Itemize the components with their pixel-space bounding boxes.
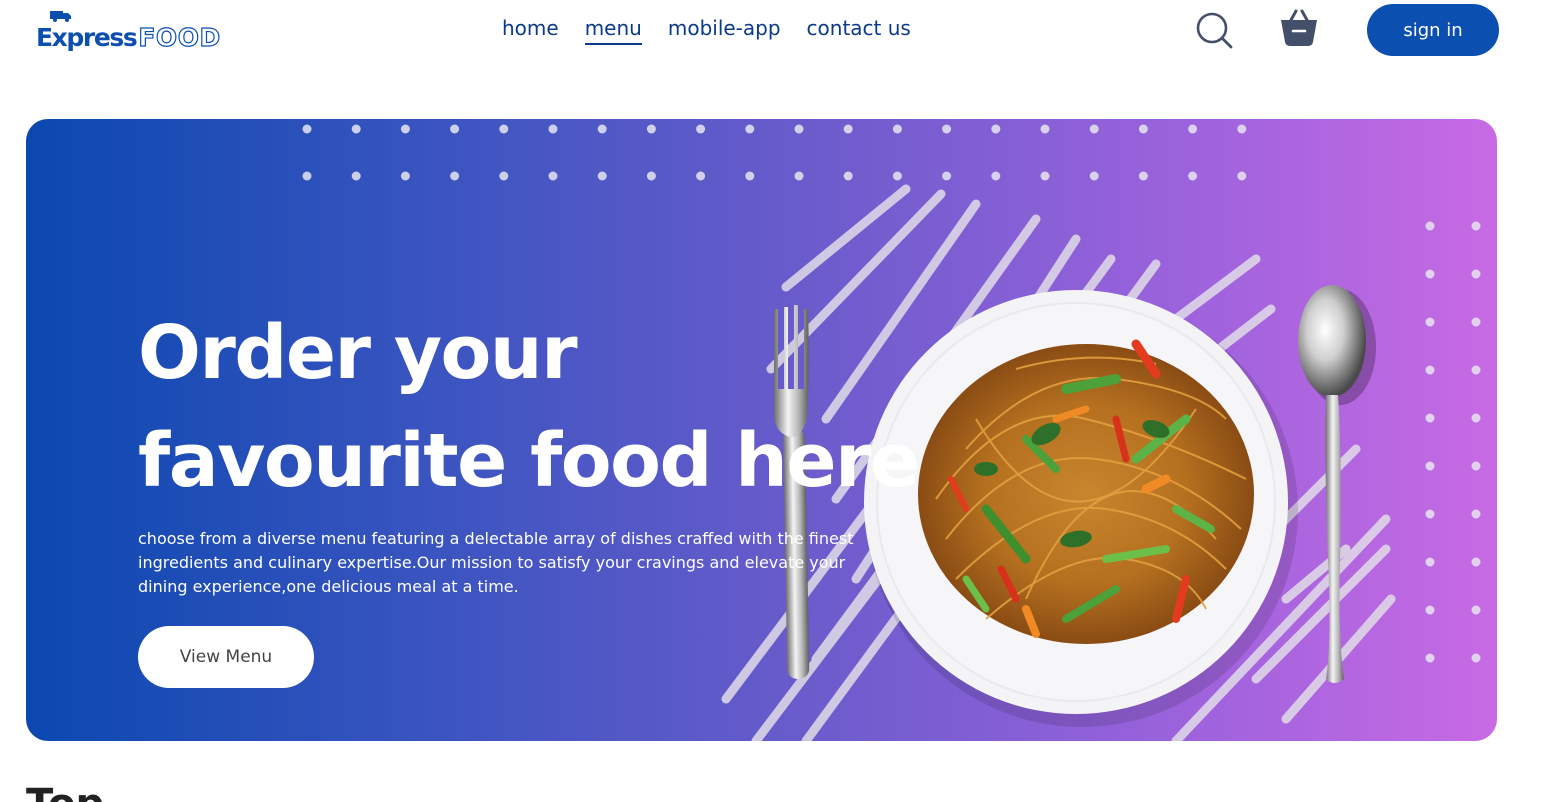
- dot-pattern-right: [1425, 221, 1481, 663]
- hero-title-line1: Order your: [138, 310, 578, 396]
- hero-description: choose from a diverse menu featuring a d…: [138, 529, 854, 596]
- hero-banner: Order your favourite food here choose fr…: [26, 119, 1497, 741]
- nav-item-menu[interactable]: menu: [584, 14, 642, 45]
- logo[interactable]: Express FOOD: [36, 10, 221, 52]
- search-button[interactable]: [1193, 9, 1235, 51]
- cart-button[interactable]: [1278, 6, 1320, 48]
- hero-title-line2: favourite food here: [138, 418, 920, 504]
- truck-icon: [50, 11, 71, 22]
- nav-item-home[interactable]: home: [502, 14, 559, 45]
- dot-pattern-top: [302, 124, 1247, 181]
- hero-title: Order your favourite food here: [138, 299, 920, 515]
- search-icon: [1196, 12, 1233, 49]
- view-menu-button[interactable]: View Menu: [138, 626, 314, 688]
- main-nav: home menu mobile-app contact us: [502, 14, 911, 45]
- next-section-heading: Top: [26, 784, 104, 802]
- sign-in-button[interactable]: sign in: [1367, 4, 1499, 56]
- nav-item-mobile-app[interactable]: mobile-app: [668, 14, 781, 45]
- plate-image: [864, 290, 1298, 727]
- nav-item-contact-us[interactable]: contact us: [807, 14, 911, 45]
- logo-text-food: FOOD: [138, 23, 221, 52]
- basket-icon: [1281, 9, 1317, 46]
